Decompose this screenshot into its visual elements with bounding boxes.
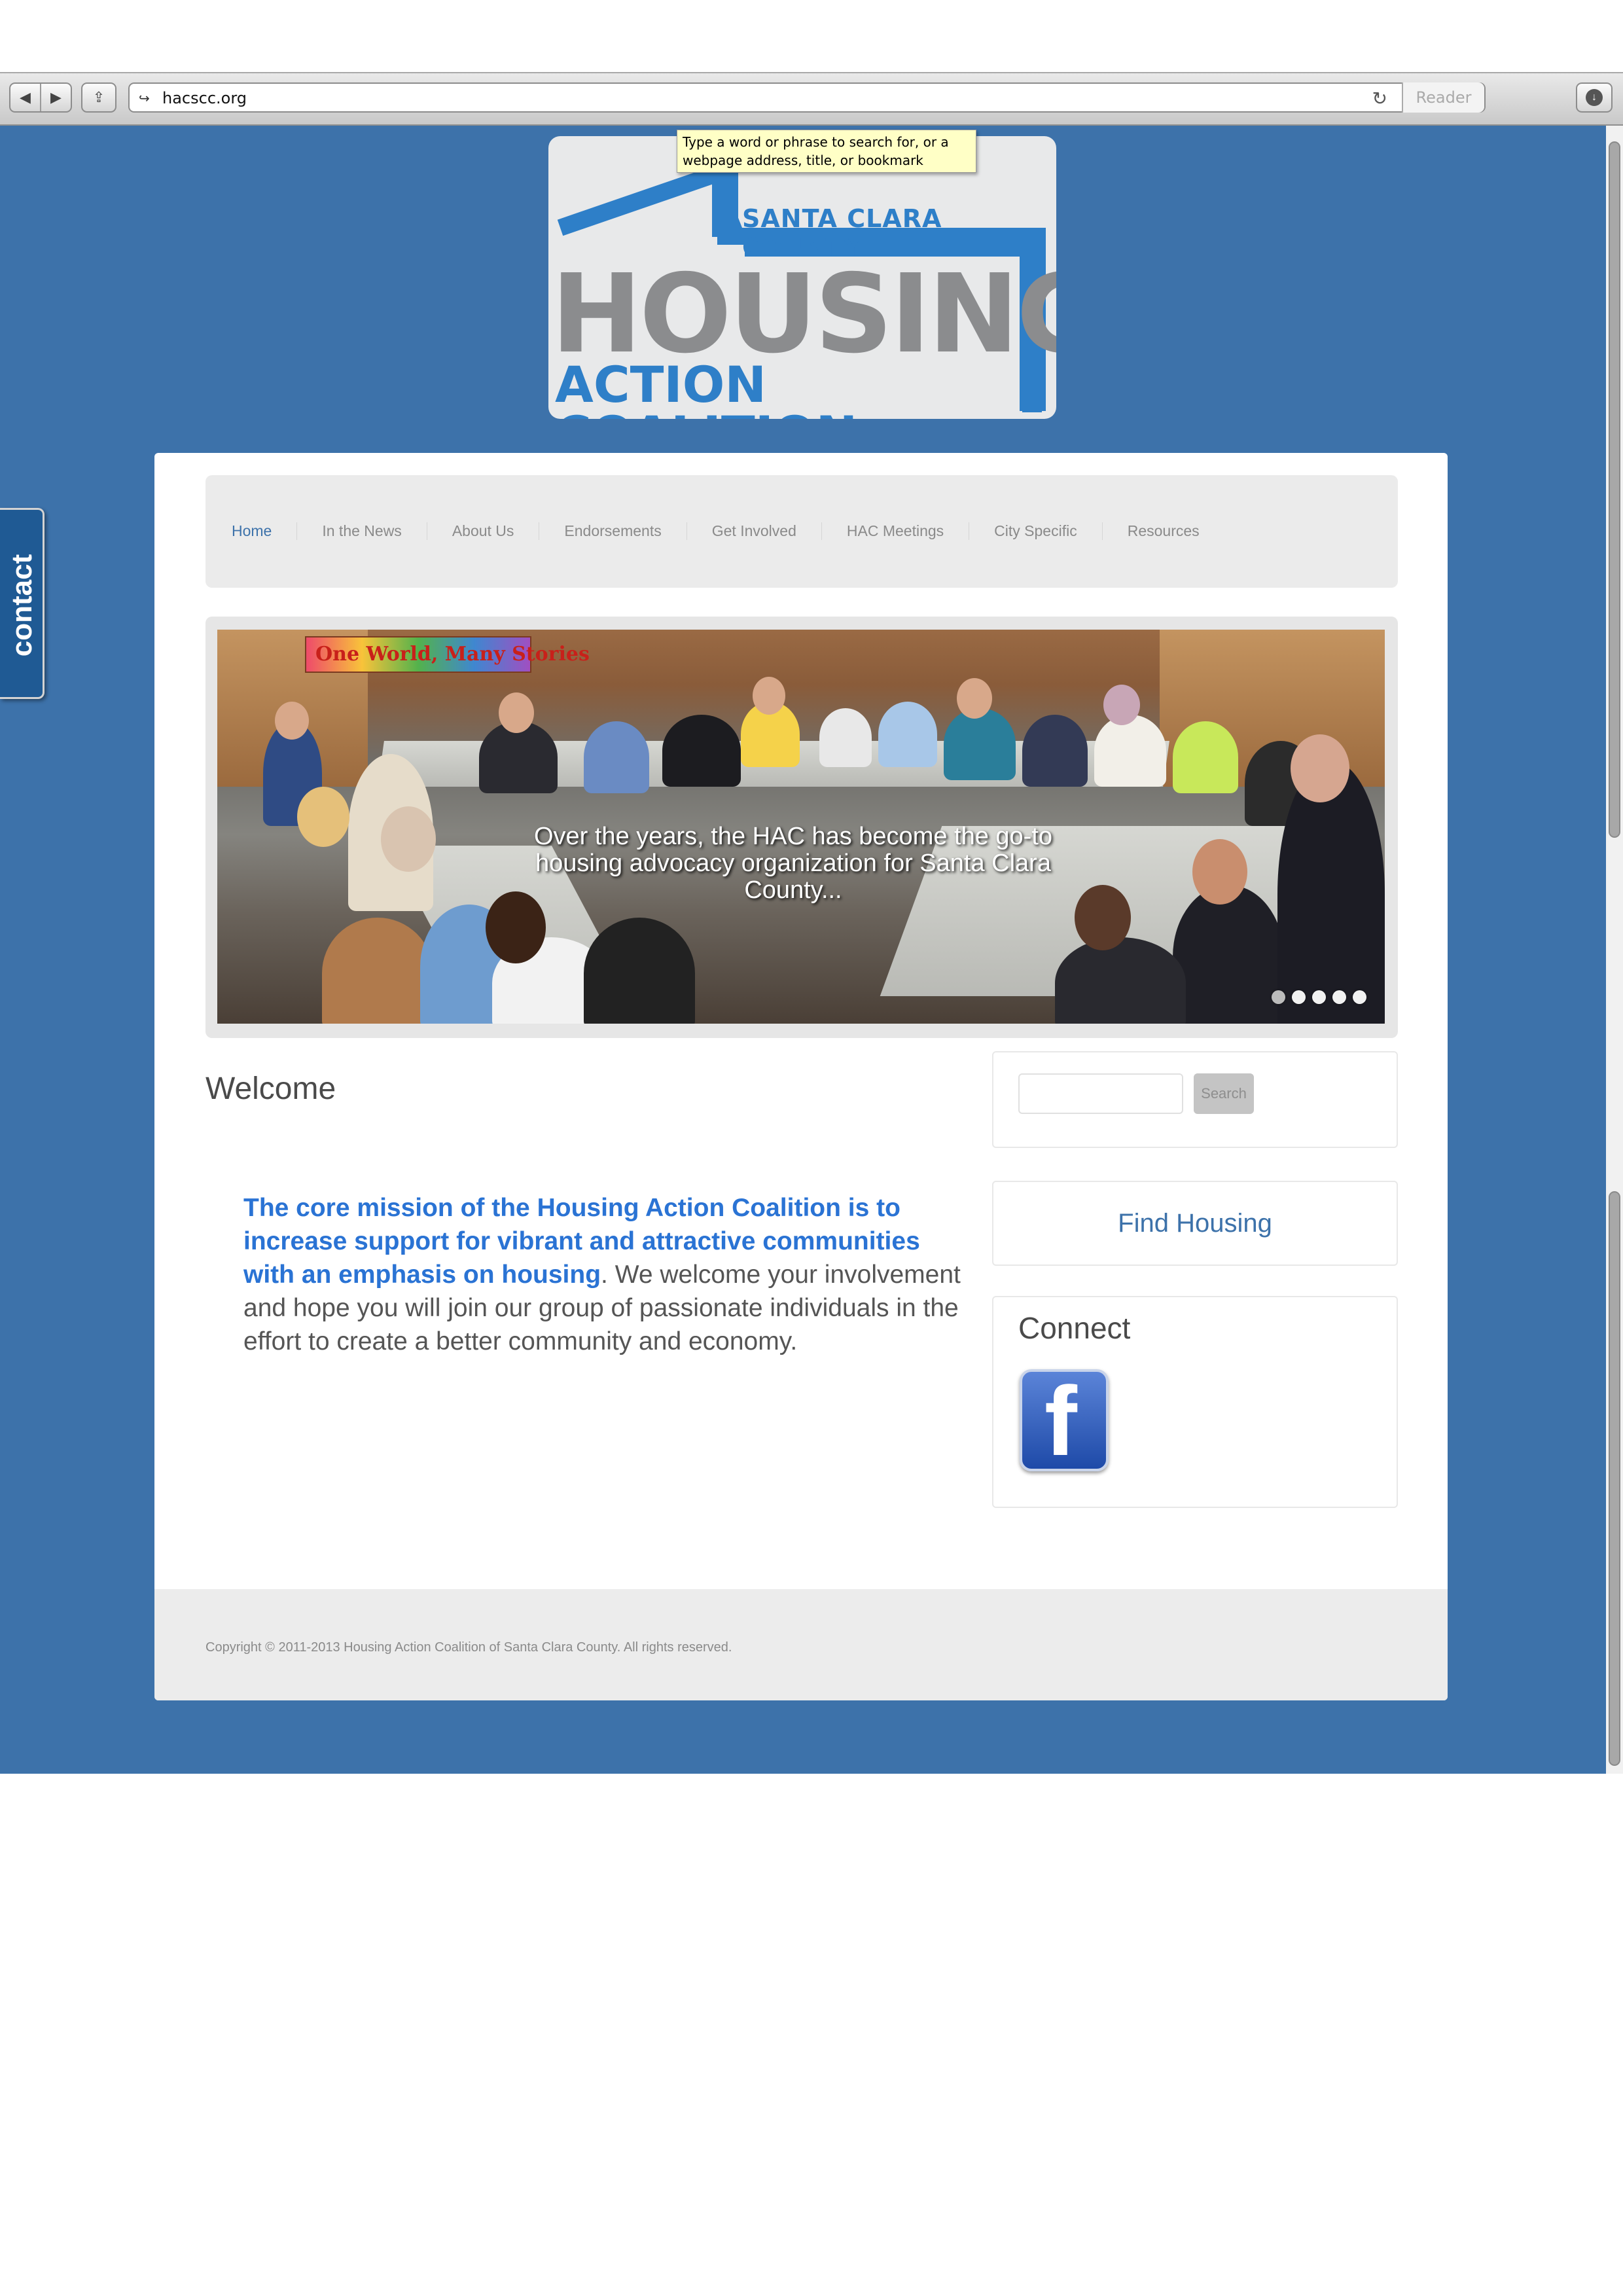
connect-heading: Connect — [1018, 1311, 1131, 1345]
slider-dot-5[interactable] — [1353, 990, 1366, 1004]
meeting-photo[interactable]: One World, Many Stories Over the years, … — [217, 630, 1385, 1024]
browser-toolbar: ◀ ▶ ⇪ ↪ hacscc.org ↻ Reader ↓ — [0, 72, 1623, 126]
slider-pagination — [1272, 990, 1366, 1004]
search-button[interactable]: Search — [1194, 1073, 1254, 1114]
facebook-icon[interactable]: f — [1020, 1369, 1109, 1471]
photo-person — [1192, 839, 1247, 905]
photo-person — [1055, 937, 1186, 1024]
photo-person — [499, 692, 534, 733]
nav-item-home[interactable]: Home — [232, 522, 298, 540]
nav-item-hac-meetings[interactable]: HAC Meetings — [822, 522, 970, 540]
address-tooltip: Type a word or phrase to search for, or … — [677, 130, 976, 173]
page-viewport: SANTA CLARA COUNTY HOUSING ACTION COALIT… — [0, 126, 1623, 1774]
photo-banner: One World, Many Stories — [305, 636, 590, 673]
copyright-text: Copyright © 2011-2013 Housing Action Coa… — [205, 1640, 732, 1655]
photo-person — [819, 708, 872, 767]
photo-person — [1291, 734, 1349, 802]
scrollbar-thumb[interactable] — [1609, 141, 1620, 838]
forward-icon[interactable]: ▶ — [40, 84, 71, 111]
photo-person — [1103, 685, 1140, 725]
photo-person — [944, 708, 1016, 780]
photo-person — [1022, 715, 1088, 787]
share-button[interactable]: ⇪ — [81, 82, 116, 113]
photo-person — [322, 918, 433, 1024]
photo-person — [957, 678, 992, 719]
reader-button[interactable]: Reader — [1402, 82, 1484, 113]
photo-person — [1277, 761, 1385, 1024]
address-bar[interactable]: ↪ hacscc.org ↻ Reader — [128, 82, 1486, 113]
photo-person — [297, 787, 349, 847]
reload-icon[interactable]: ↻ — [1372, 88, 1387, 109]
nav-item-city-specific[interactable]: City Specific — [969, 522, 1103, 540]
search-widget: Search — [992, 1051, 1398, 1148]
contact-tab[interactable]: contact — [0, 508, 45, 699]
nav-item-about-us[interactable]: About Us — [427, 522, 540, 540]
slider-dot-2[interactable] — [1292, 990, 1306, 1004]
nav-item-resources[interactable]: Resources — [1103, 522, 1224, 540]
slider-dot-4[interactable] — [1332, 990, 1346, 1004]
search-input[interactable] — [1018, 1073, 1183, 1114]
site-favicon-icon: ↪ — [139, 92, 150, 106]
photo-banner-text: One World, Many Stories — [315, 643, 590, 666]
logo-housing-text: HOUSING — [551, 251, 1056, 378]
photo-person — [584, 721, 649, 793]
photo-person — [878, 702, 937, 767]
photo-person — [1094, 715, 1166, 787]
content-container: Home In the News About Us Endorsements G… — [154, 453, 1448, 1700]
site-logo[interactable]: SANTA CLARA COUNTY HOUSING ACTION COALIT… — [548, 136, 1056, 419]
back-icon[interactable]: ◀ — [10, 84, 40, 111]
nav-item-in-the-news[interactable]: In the News — [297, 522, 427, 540]
download-icon: ↓ — [1586, 89, 1603, 106]
photo-person — [584, 918, 695, 1024]
photo-person — [753, 677, 785, 715]
slider-dot-1[interactable] — [1272, 990, 1285, 1004]
photo-person — [662, 715, 741, 787]
connect-widget: Connect f — [992, 1296, 1398, 1508]
welcome-heading: Welcome — [205, 1071, 336, 1106]
url-text[interactable]: hacscc.org — [162, 89, 247, 107]
nav-item-endorsements[interactable]: Endorsements — [539, 522, 687, 540]
photo-person — [1173, 721, 1238, 793]
back-forward-buttons: ◀ ▶ — [9, 82, 72, 113]
nav-item-get-involved[interactable]: Get Involved — [687, 522, 822, 540]
slider-dot-3[interactable] — [1312, 990, 1326, 1004]
footer: Copyright © 2011-2013 Housing Action Coa… — [154, 1589, 1448, 1700]
photo-person — [275, 702, 309, 740]
photo-person — [381, 806, 436, 872]
image-slider: One World, Many Stories Over the years, … — [205, 617, 1398, 1038]
scrollbar-thumb-lower[interactable] — [1609, 1191, 1620, 1766]
contact-tab-label: contact — [6, 554, 38, 657]
main-nav: Home In the News About Us Endorsements G… — [205, 475, 1398, 588]
slide-caption: Over the years, the HAC has become the g… — [533, 823, 1053, 904]
photo-person — [1173, 885, 1284, 1024]
find-housing-link[interactable]: Find Housing — [1118, 1209, 1272, 1238]
logo-action-text: ACTION COALITION — [555, 355, 857, 420]
downloads-button[interactable]: ↓ — [1576, 82, 1613, 113]
find-housing-widget: Find Housing — [992, 1181, 1398, 1266]
mission-statement: The core mission of the Housing Action C… — [243, 1191, 963, 1358]
share-icon: ⇪ — [92, 89, 105, 105]
